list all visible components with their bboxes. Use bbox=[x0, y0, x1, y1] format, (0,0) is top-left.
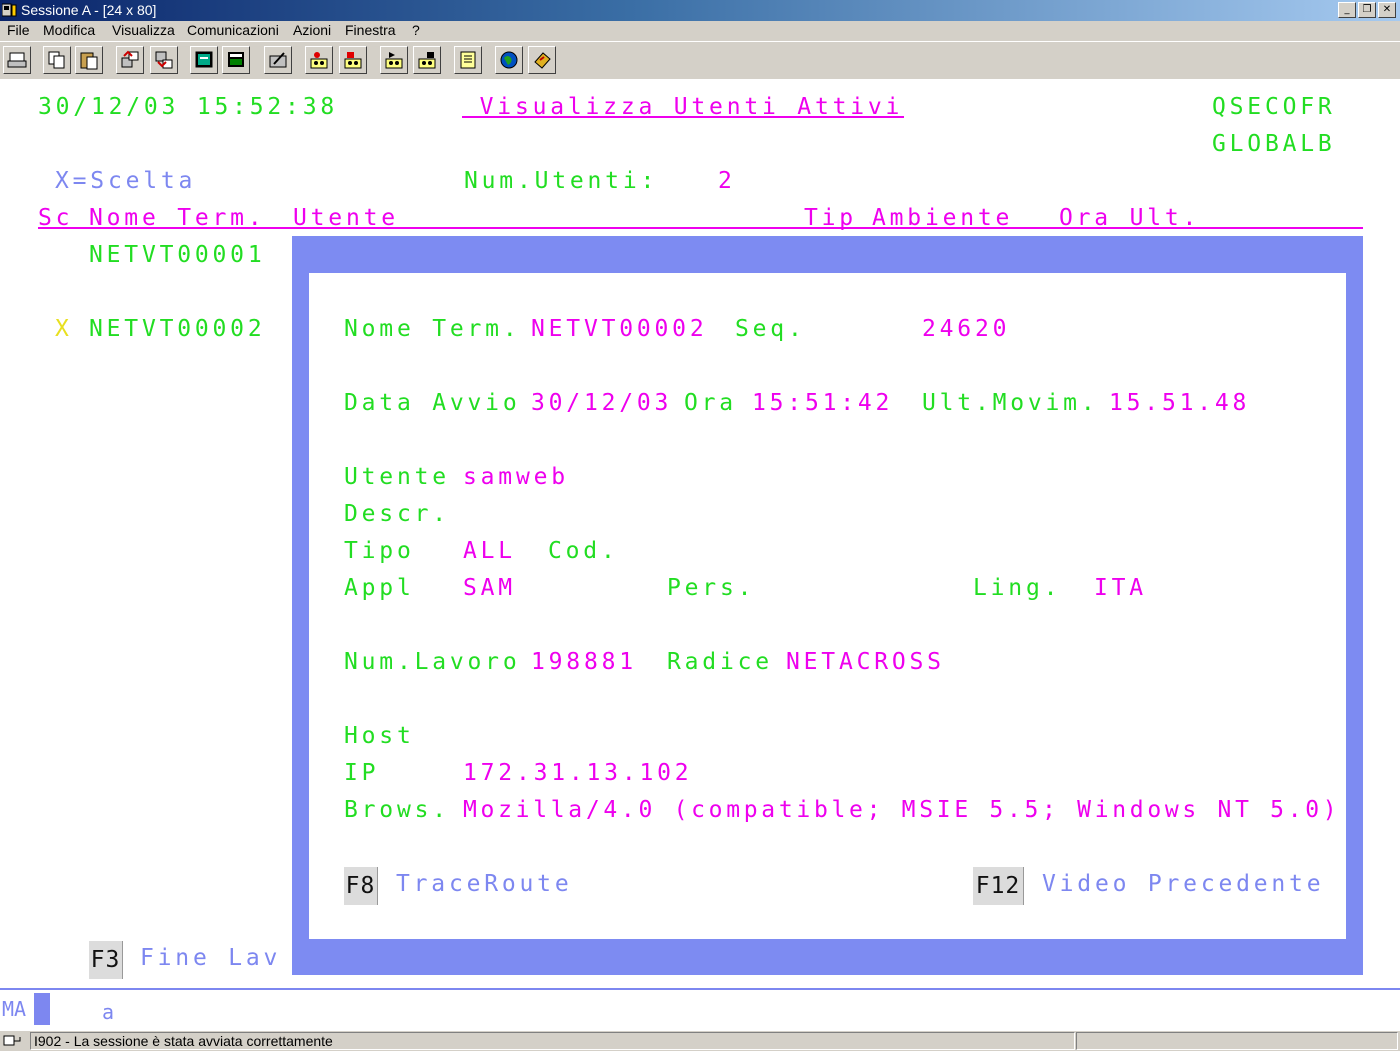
f12-label[interactable]: Video Precedente bbox=[1042, 871, 1324, 897]
receive-file-icon[interactable] bbox=[150, 46, 178, 74]
help-book-icon[interactable] bbox=[528, 46, 556, 74]
popup-pers-label: Pers. bbox=[667, 575, 756, 601]
macro-play-icon[interactable] bbox=[380, 46, 408, 74]
paste-icon[interactable] bbox=[75, 46, 103, 74]
popup-seq-label: Seq. bbox=[735, 316, 806, 342]
web-icon[interactable] bbox=[495, 46, 523, 74]
title-bar: Sessione A - [24 x 80] _ ❐ ✕ bbox=[0, 0, 1400, 21]
operator-info-area: MA a bbox=[0, 988, 1400, 1030]
popup-ip-label: IP bbox=[344, 760, 380, 786]
menu-modifica[interactable]: Modifica bbox=[43, 22, 95, 38]
row-2-terminal: NETVT00002 bbox=[89, 316, 266, 342]
popup-appl-label: Appl bbox=[344, 575, 415, 601]
popup-ip-value: 172.31.13.102 bbox=[463, 760, 693, 786]
oia-indicator: a bbox=[102, 1000, 115, 1024]
terminal-screen[interactable]: 30/12/03 15:52:38 Visualizza Utenti Atti… bbox=[0, 79, 1400, 988]
popup-terminal-value: NETVT00002 bbox=[531, 316, 708, 342]
popup-lang-label: Ling. bbox=[973, 575, 1062, 601]
send-file-icon[interactable] bbox=[116, 46, 144, 74]
num-users-value: 2 bbox=[718, 168, 736, 194]
popup-appl-value: SAM bbox=[463, 575, 516, 601]
popup-host-label: Host bbox=[344, 723, 415, 749]
terminal-app-icon[interactable] bbox=[2, 3, 17, 18]
macro-stop-icon[interactable] bbox=[339, 46, 367, 74]
status-panel-secondary bbox=[1076, 1032, 1398, 1050]
menu-azioni[interactable]: Azioni bbox=[293, 22, 331, 38]
popup-browser-value: Mozilla/4.0 (compatible; MSIE 5.5; Windo… bbox=[463, 797, 1341, 823]
popup-lang-value: ITA bbox=[1094, 575, 1147, 601]
connection-icon bbox=[3, 1035, 21, 1046]
macro-record-icon[interactable] bbox=[305, 46, 333, 74]
selection-hint: X=Scelta bbox=[55, 168, 197, 194]
popup-code-label: Cod. bbox=[548, 538, 619, 564]
popup-user-value: samweb bbox=[463, 464, 569, 490]
menu-comunicazioni[interactable]: Comunicazioni bbox=[187, 22, 279, 38]
popup-user-label: Utente bbox=[344, 464, 450, 490]
row-1-terminal: NETVT00001 bbox=[89, 242, 266, 268]
popup-terminal-label: Nome Term. bbox=[344, 316, 521, 342]
restore-button[interactable]: ❐ bbox=[1358, 2, 1376, 18]
toolbar bbox=[0, 41, 1400, 80]
menu-visualizza[interactable]: Visualizza bbox=[112, 22, 175, 38]
f8-key[interactable]: F8 bbox=[344, 867, 378, 905]
popup-start-date-value: 30/12/03 bbox=[531, 390, 673, 416]
popup-last-move-value: 15.51.48 bbox=[1109, 390, 1251, 416]
popup-type-label: Tipo bbox=[344, 538, 415, 564]
screen-user: QSECOFR bbox=[1212, 94, 1336, 120]
menu-bar: File Modifica Visualizza Comunicazioni A… bbox=[0, 21, 1400, 41]
close-button[interactable]: ✕ bbox=[1378, 2, 1396, 18]
popup-seq-value: 24620 bbox=[922, 316, 1011, 342]
menu-finestra[interactable]: Finestra bbox=[345, 22, 396, 38]
print-screen-icon[interactable] bbox=[3, 46, 31, 74]
macro-pause-icon[interactable] bbox=[413, 46, 441, 74]
clipboard-icon[interactable] bbox=[454, 46, 482, 74]
edit-icon[interactable] bbox=[264, 46, 292, 74]
title-underline bbox=[462, 116, 904, 118]
minimize-button[interactable]: _ bbox=[1338, 2, 1356, 18]
num-users-label: Num.Utenti: bbox=[464, 168, 659, 194]
popup-browser-label: Brows. bbox=[344, 797, 450, 823]
window-title: Sessione A - [24 x 80] bbox=[21, 2, 157, 18]
f3-label[interactable]: Fine Lav bbox=[140, 945, 281, 971]
oia-cursor-indicator bbox=[34, 993, 50, 1025]
f12-key[interactable]: F12 bbox=[973, 867, 1024, 905]
display-alt-icon[interactable] bbox=[222, 46, 250, 74]
f8-label[interactable]: TraceRoute bbox=[396, 871, 572, 897]
popup-job-value: 198881 bbox=[531, 649, 637, 675]
menu-file[interactable]: File bbox=[7, 22, 30, 38]
popup-type-value: ALL bbox=[463, 538, 516, 564]
popup-descr-label: Descr. bbox=[344, 501, 450, 527]
popup-root-value: NETACROSS bbox=[786, 649, 945, 675]
f3-key[interactable]: F3 bbox=[89, 941, 123, 979]
header-underline bbox=[38, 227, 1363, 229]
popup-time-value: 15:51:42 bbox=[752, 390, 894, 416]
status-message: I902 - La sessione è stata avviata corre… bbox=[30, 1032, 1075, 1050]
popup-start-date-label: Data Avvio bbox=[344, 390, 521, 416]
popup-job-label: Num.Lavoro bbox=[344, 649, 521, 675]
display-icon[interactable] bbox=[190, 46, 218, 74]
screen-datetime: 30/12/03 15:52:38 bbox=[38, 94, 339, 120]
popup-time-label: Ora bbox=[684, 390, 737, 416]
screen-system: GLOBALB bbox=[1212, 131, 1336, 157]
window-controls: _ ❐ ✕ bbox=[1338, 2, 1396, 18]
popup-last-move-label: Ult.Movim. bbox=[922, 390, 1099, 416]
popup-root-label: Radice bbox=[667, 649, 773, 675]
menu-help[interactable]: ? bbox=[412, 22, 420, 38]
detail-popup bbox=[309, 273, 1346, 939]
status-bar: I902 - La sessione è stata avviata corre… bbox=[0, 1030, 1400, 1051]
copy-icon[interactable] bbox=[43, 46, 71, 74]
row-2-selection[interactable]: X bbox=[55, 316, 73, 342]
oia-mode: MA bbox=[2, 997, 27, 1021]
